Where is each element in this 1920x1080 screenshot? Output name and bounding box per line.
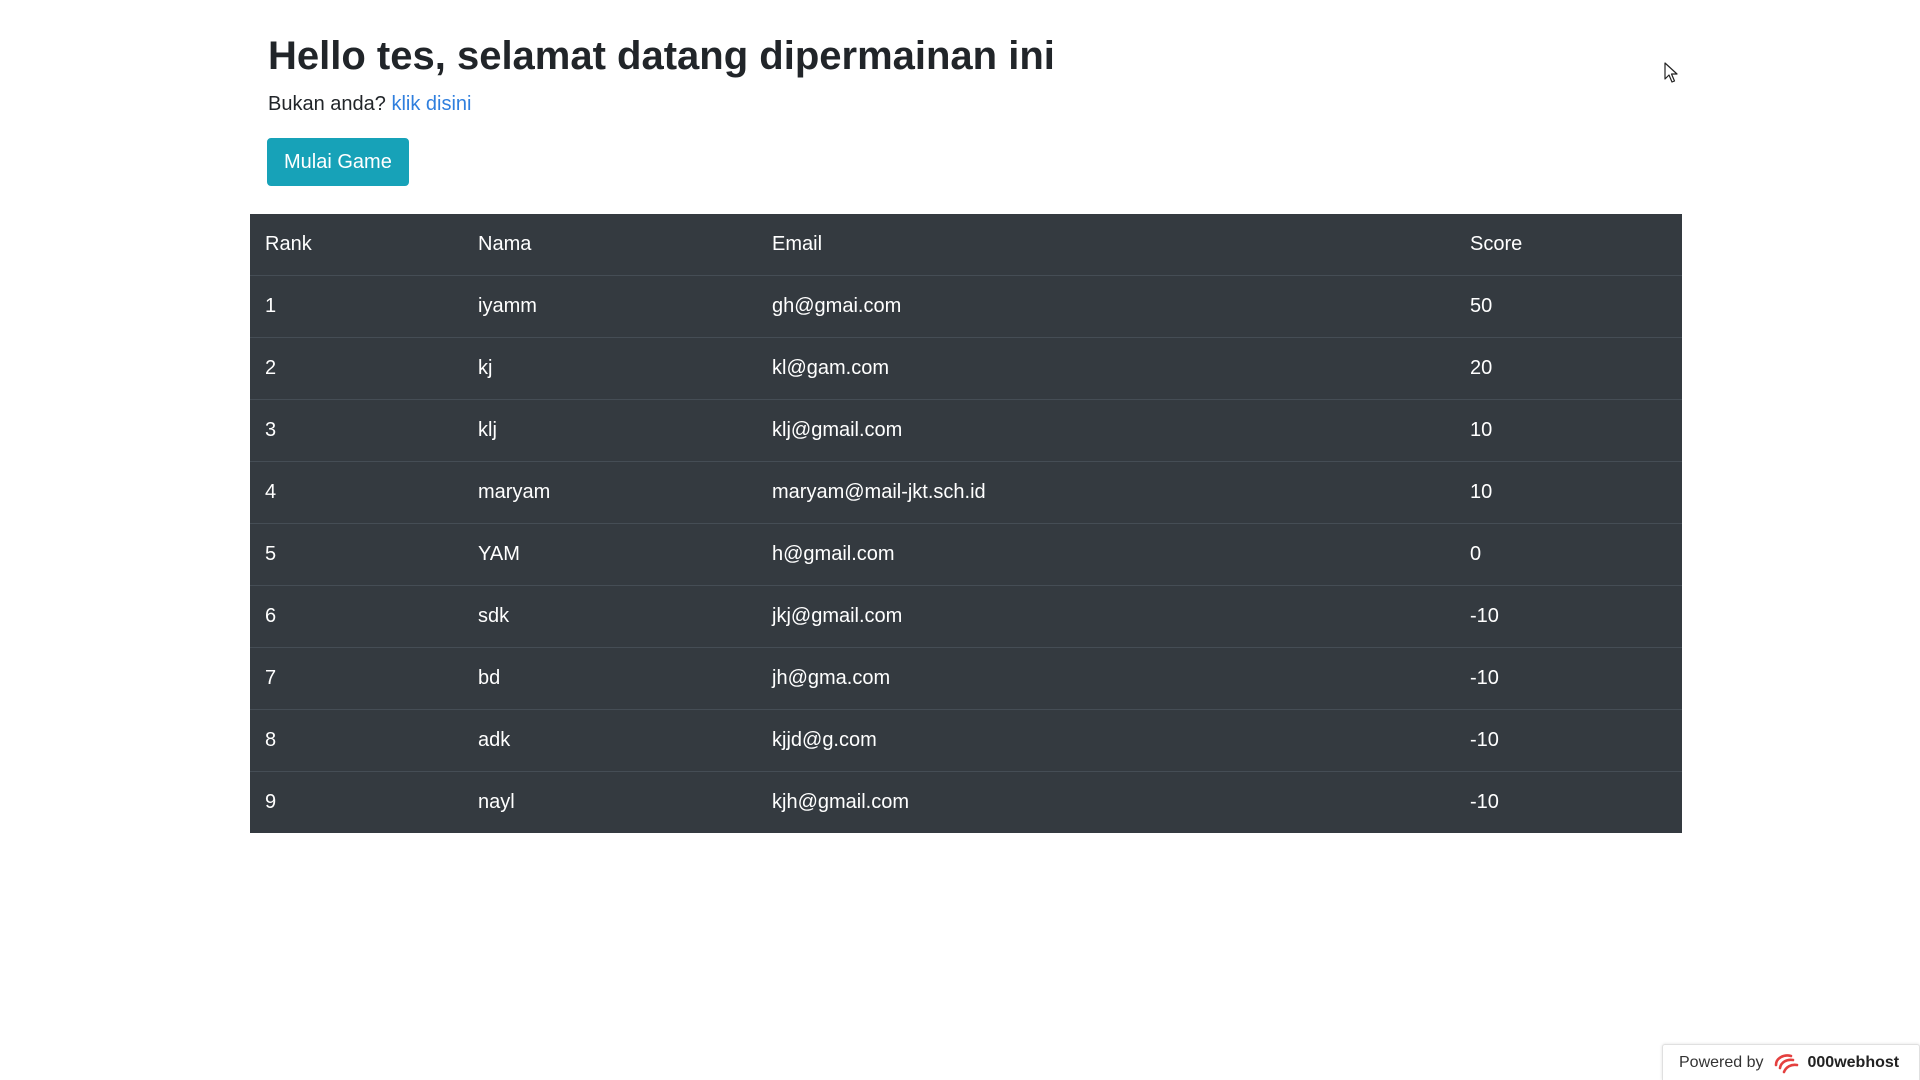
rank-cell: 9 xyxy=(250,771,463,833)
powered-by-badge[interactable]: Powered by 000webhost xyxy=(1662,1044,1920,1080)
not-you-line: Bukan anda? klik disini xyxy=(250,90,1682,118)
table-row: 5 YAM h@gmail.com 0 xyxy=(250,523,1682,586)
email-cell: gh@gmai.com xyxy=(757,275,1455,338)
score-cell: 10 xyxy=(1455,399,1682,462)
score-cell: 50 xyxy=(1455,275,1682,338)
table-row: 3 klj klj@gmail.com 10 xyxy=(250,399,1682,462)
score-cell: -10 xyxy=(1455,709,1682,772)
000webhost-brand: 000webhost xyxy=(1807,1053,1900,1071)
table-row: 1 iyamm gh@gmai.com 50 xyxy=(250,275,1682,338)
table-row: 7 bd jh@gma.com -10 xyxy=(250,647,1682,710)
column-header-rank: Rank xyxy=(265,233,312,255)
table-row: 8 adk kjjd@g.com -10 xyxy=(250,709,1682,772)
table-header-row: Rank Nama Email Score xyxy=(250,214,1682,276)
email-cell: jkj@gmail.com xyxy=(757,585,1455,648)
score-cell: 20 xyxy=(1455,337,1682,400)
start-game-button[interactable]: Mulai Game xyxy=(267,138,409,186)
not-you-link[interactable]: klik disini xyxy=(391,93,471,115)
name-cell: iyamm xyxy=(463,275,757,338)
table-row: 6 sdk jkj@gmail.com -10 xyxy=(250,585,1682,648)
name-cell: maryam xyxy=(463,461,757,524)
rank-cell: 8 xyxy=(250,709,463,772)
column-header-email: Email xyxy=(772,233,823,255)
score-cell: 10 xyxy=(1455,461,1682,524)
rank-cell: 5 xyxy=(250,523,463,586)
main-container: Hello tes, selamat datang dipermainan in… xyxy=(250,0,1682,833)
email-cell: maryam@mail-jkt.sch.id xyxy=(757,461,1455,524)
mouse-pointer-icon xyxy=(1664,62,1678,83)
email-cell: kjjd@g.com xyxy=(757,709,1455,772)
email-cell: jh@gma.com xyxy=(757,647,1455,710)
column-header-nama: Nama xyxy=(478,233,532,255)
email-cell: kl@gam.com xyxy=(757,337,1455,400)
name-cell: adk xyxy=(463,709,757,772)
score-cell: -10 xyxy=(1455,585,1682,648)
rank-cell: 2 xyxy=(250,337,463,400)
name-cell: sdk xyxy=(463,585,757,648)
name-cell: kj xyxy=(463,337,757,400)
score-cell: -10 xyxy=(1455,647,1682,710)
powered-by-text: Powered by xyxy=(1679,1053,1764,1071)
rank-cell: 1 xyxy=(250,275,463,338)
email-cell: klj@gmail.com xyxy=(757,399,1455,462)
rank-cell: 6 xyxy=(250,585,463,648)
column-header-score: Score xyxy=(1470,233,1523,255)
table-row: 9 nayl kjh@gmail.com -10 xyxy=(250,771,1682,833)
000webhost-logo-icon xyxy=(1774,1053,1798,1073)
email-cell: kjh@gmail.com xyxy=(757,771,1455,833)
rank-cell: 4 xyxy=(250,461,463,524)
name-cell: YAM xyxy=(463,523,757,586)
email-cell: h@gmail.com xyxy=(757,523,1455,586)
name-cell: nayl xyxy=(463,771,757,833)
rank-cell: 7 xyxy=(250,647,463,710)
page-title: Hello tes, selamat datang dipermainan in… xyxy=(268,34,1055,78)
score-cell: 0 xyxy=(1455,523,1682,586)
table-row: 4 maryam maryam@mail-jkt.sch.id 10 xyxy=(250,461,1682,524)
name-cell: bd xyxy=(463,647,757,710)
score-cell: -10 xyxy=(1455,771,1682,833)
rank-cell: 3 xyxy=(250,399,463,462)
not-you-text: Bukan anda? xyxy=(268,93,386,115)
table-row: 2 kj kl@gam.com 20 xyxy=(250,337,1682,400)
name-cell: klj xyxy=(463,399,757,462)
leaderboard-table: Rank Nama Email Score 1 iyamm gh@gmai.co… xyxy=(250,214,1682,833)
